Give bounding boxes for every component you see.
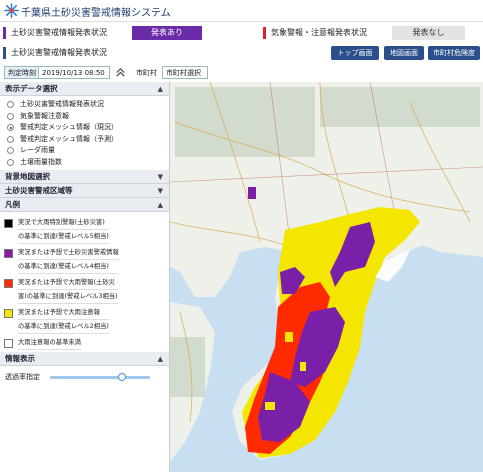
opacity-label: 透過率指定 — [5, 373, 40, 381]
option-label: 気象警報注意報 — [20, 111, 69, 120]
logo-icon — [4, 3, 19, 18]
nav-row: 土砂災害警戒情報発表状況 トップ画面 地図画面 市町村危険度 — [0, 43, 483, 63]
hazard-area-title: 土砂災害警戒区域等 — [5, 186, 73, 195]
option-radar-rainfall[interactable]: レーダ雨量 — [0, 145, 169, 157]
opacity-row: 透過率指定 — [0, 366, 169, 388]
collapse-chevron-icon[interactable] — [115, 67, 126, 78]
legend-text: の基準に到達(警戒レベル4相当) — [18, 260, 119, 274]
legend: 実況で大雨特別警報(土砂災害) の基準に到達(警戒レベル5相当) 実況または予想で… — [0, 212, 169, 352]
option-mesh-forecast[interactable]: 警戒判定メッシュ情報（予測） — [0, 134, 169, 146]
map-view[interactable] — [170, 82, 483, 472]
page-subtitle: 土砂災害警戒情報発表状況 — [3, 47, 107, 59]
display-data-title: 表示データ選択 — [5, 84, 58, 93]
slider-thumb[interactable] — [118, 372, 126, 381]
legend-text: 実況で大雨特別警報(土砂災害) — [18, 216, 109, 230]
city-label: 市町村 — [136, 69, 157, 77]
option-mesh-current[interactable]: 警戒判定メッシュ情報（現況） — [0, 122, 169, 134]
option-weather-warnings[interactable]: 気象警報注意報 — [0, 111, 169, 123]
top-screen-button[interactable]: トップ画面 — [331, 46, 379, 60]
display-data-header[interactable]: 表示データ選択 ▲ — [0, 82, 169, 96]
legend-text: 実況または予想で土砂災害警戒情報 — [18, 246, 119, 260]
hazard-area-header[interactable]: 土砂災害警戒区域等 ▼ — [0, 184, 169, 198]
legend-item-level2: 実況または予想で大雨注意報 の基準に到達(警戒レベル2相当) — [0, 306, 167, 334]
legend-text: 害)の基準に到達(警戒レベル3相当) — [18, 290, 118, 304]
map-canvas[interactable] — [170, 82, 483, 472]
data-options: 土砂災害警戒情報発表状況 気象警報注意報 警戒判定メッシュ情報（現況） 警戒判定… — [0, 96, 169, 170]
legend-swatch — [4, 219, 13, 228]
legend-swatch — [4, 249, 13, 258]
control-panel: 表示データ選択 ▲ 土砂災害警戒情報発表状況 気象警報注意報 警戒判定メッシュ情… — [0, 82, 170, 472]
option-landslide-status[interactable]: 土砂災害警戒情報発表状況 — [0, 99, 169, 111]
landslide-status-label: 土砂災害警戒情報発表状況 — [3, 27, 107, 39]
option-soil-rainfall[interactable]: 土壌雨量指数 — [0, 157, 169, 169]
legend-header[interactable]: 凡例 ▲ — [0, 198, 169, 212]
chevron-down-icon: ▼ — [157, 187, 163, 195]
legend-title: 凡例 — [5, 200, 20, 209]
time-row: 判定時刻 2019/10/13 08:50 市町村 市町村選択 — [0, 63, 483, 81]
weather-status-badge: 発表なし — [392, 26, 465, 40]
legend-text: 大雨注意報の基準未満 — [18, 336, 81, 350]
app-header: 千葉県土砂災害警戒情報システム — [0, 0, 483, 22]
info-display-header[interactable]: 情報表示 ▲ — [0, 352, 169, 366]
info-display-title: 情報表示 — [5, 354, 35, 363]
legend-swatch — [4, 309, 13, 318]
chevron-down-icon: ▼ — [157, 173, 163, 181]
legend-text: 実況または予想で大雨注意報 — [18, 306, 109, 320]
legend-text: の基準に到達(警戒レベル5相当) — [18, 230, 109, 244]
radio-button[interactable] — [7, 147, 14, 155]
chevron-up-icon: ▲ — [157, 355, 163, 363]
legend-text: の基準に到達(警戒レベル2相当) — [18, 320, 109, 334]
option-label: レーダ雨量 — [20, 146, 55, 154]
judgment-time-label: 判定時刻 — [4, 66, 40, 79]
radio-button[interactable] — [7, 112, 14, 120]
legend-swatch — [4, 279, 13, 288]
legend-swatch — [4, 339, 13, 348]
radio-button[interactable] — [7, 158, 14, 166]
landslide-status-badge: 発表あり — [132, 26, 202, 40]
option-label: 警戒判定メッシュ情報（予測） — [20, 134, 118, 143]
opacity-slider[interactable] — [50, 372, 150, 381]
radio-button-selected[interactable] — [7, 124, 14, 132]
city-select[interactable]: 市町村選択 — [162, 66, 208, 79]
warning-cell-north — [248, 187, 256, 199]
background-map-title: 背景地図選択 — [5, 172, 50, 181]
legend-item-below: 大雨注意報の基準未満 — [0, 336, 167, 350]
map-screen-button[interactable]: 地図画面 — [384, 46, 424, 60]
radio-button[interactable] — [7, 101, 14, 109]
app-title: 千葉県土砂災害警戒情報システム — [21, 8, 171, 19]
radio-button[interactable] — [7, 135, 14, 143]
legend-item-level5: 実況で大雨特別警報(土砂災害) の基準に到達(警戒レベル5相当) — [0, 216, 167, 244]
status-row: 土砂災害警戒情報発表状況 発表あり 気象警報・注意報発表状況 発表なし — [0, 23, 483, 43]
judgment-time-value: 2019/10/13 08:50 — [38, 66, 110, 79]
chevron-up-icon: ▲ — [157, 85, 163, 93]
chevron-up-icon: ▲ — [157, 201, 163, 209]
city-risk-button[interactable]: 市町村危険度 — [428, 46, 480, 60]
weather-status-label: 気象警報・注意報発表状況 — [263, 27, 367, 39]
legend-item-level3: 実況または予想で大雨警報(土砂災 害)の基準に到達(警戒レベル3相当) — [0, 276, 167, 304]
option-label: 土砂災害警戒情報発表状況 — [20, 100, 104, 108]
option-label: 警戒判定メッシュ情報（現況） — [20, 123, 118, 131]
legend-item-level4: 実況または予想で土砂災害警戒情報 の基準に到達(警戒レベル4相当) — [0, 246, 167, 274]
option-label: 土壌雨量指数 — [20, 157, 62, 166]
background-map-header[interactable]: 背景地図選択 ▼ — [0, 170, 169, 184]
legend-text: 実況または予想で大雨警報(土砂災 — [18, 276, 118, 290]
